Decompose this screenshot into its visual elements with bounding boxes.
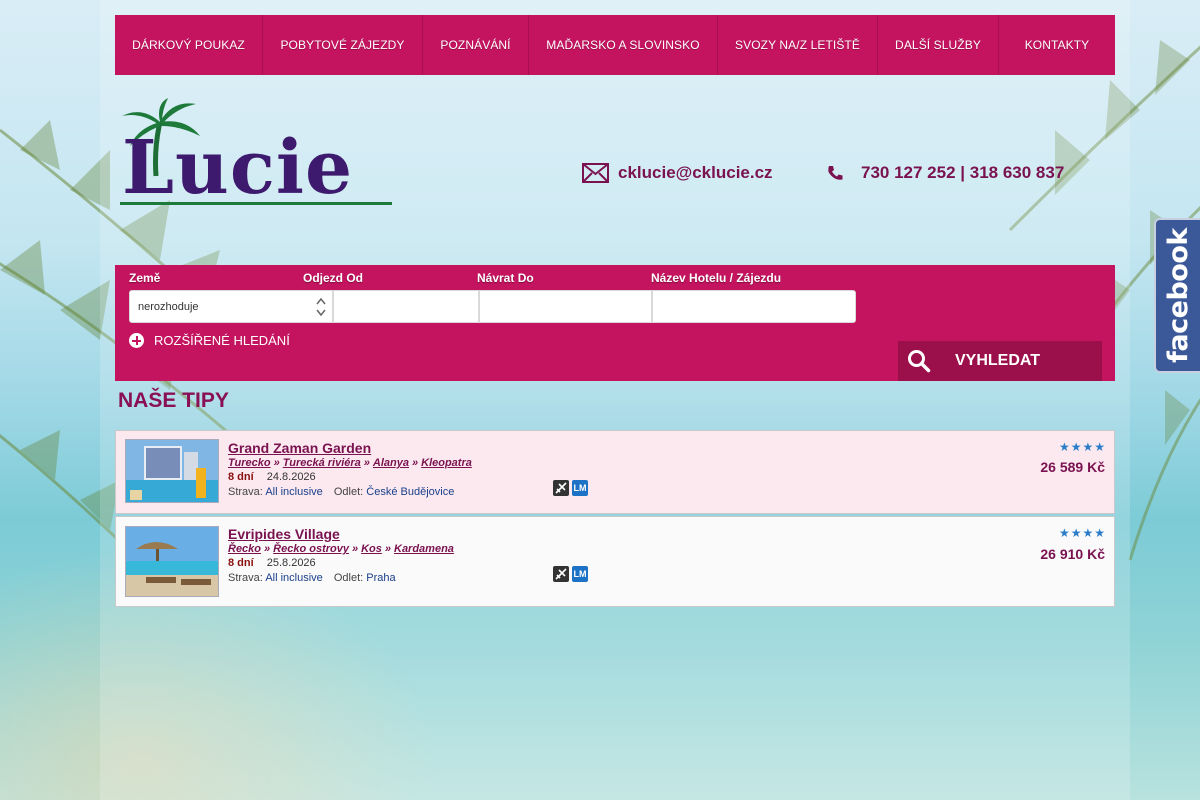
facebook-label: facebook	[1162, 228, 1194, 363]
tip-departure-label: Odlet:	[333, 486, 364, 498]
hotel-label: Název Hotelu / Zájezdu	[651, 271, 782, 285]
tip-board-label: Strava:	[228, 486, 263, 498]
tip-meta: 8 dní 25.8.2026	[228, 557, 316, 569]
star-icon: ★	[1070, 526, 1082, 540]
star-icon: ★	[1058, 440, 1070, 454]
tip-card[interactable]: Grand Zaman Garden Turecko» Turecká rivié…	[115, 430, 1115, 514]
tip-thumbnail[interactable]	[125, 439, 219, 503]
tip-board-label: Strava:	[228, 572, 263, 584]
nav-item-kontakty[interactable]: KONTAKTY	[999, 15, 1115, 75]
return-label: Návrat Do	[477, 271, 534, 285]
tip-price: 26 910 Kč	[1040, 546, 1105, 562]
search-button[interactable]: VYHLEDAT	[898, 341, 1102, 381]
tip-badges: LM	[553, 566, 588, 582]
plane-badge-icon	[553, 480, 569, 496]
tip-board-value: All inclusive	[265, 572, 323, 584]
select-arrows-icon	[316, 297, 326, 317]
tip-duration: 8 dní	[228, 557, 254, 569]
phone-icon	[828, 166, 843, 180]
nav-item-svozy-na-letiste[interactable]: SVOZY NA/Z LETIŠTĚ	[718, 15, 878, 75]
country-select[interactable]: nerozhoduje	[129, 290, 333, 323]
tip-location-region[interactable]: Turecká riviéra	[283, 457, 361, 469]
main-navigation: DÁRKOVÝ POUKAZ POBYTOVÉ ZÁJEZDY POZNÁVÁN…	[115, 15, 1115, 75]
country-select-value: nerozhoduje	[138, 301, 199, 313]
tip-location-city[interactable]: Kos	[361, 543, 382, 555]
tip-location-country[interactable]: Turecko	[228, 457, 271, 469]
tip-date: 24.8.2026	[266, 471, 316, 483]
envelope-icon	[582, 163, 609, 183]
contact-phone-text[interactable]: 730 127 252 | 318 630 837	[861, 163, 1064, 183]
site-logo[interactable]: Lucie	[116, 98, 396, 210]
contact-phone[interactable]: 730 127 252 | 318 630 837	[826, 163, 1064, 183]
last-minute-badge: LM	[572, 566, 588, 582]
tip-location-breadcrumb: Turecko» Turecká riviéra» Alanya» Kleopatra	[228, 457, 472, 469]
nav-item-madarsko-a-slovinsko[interactable]: MAĎARSKO A SLOVINSKO	[529, 15, 718, 75]
plane-badge-icon	[553, 566, 569, 582]
tips-section-title: NAŠE TIPY	[118, 389, 229, 412]
tip-location-resort[interactable]: Kardamena	[394, 543, 454, 555]
tip-location-city[interactable]: Alanya	[373, 457, 409, 469]
tip-departure-label: Odlet:	[333, 572, 364, 584]
tip-star-rating: ★ ★ ★ ★	[1058, 526, 1105, 540]
departure-label: Odjezd Od	[303, 271, 363, 285]
country-label: Země	[129, 271, 161, 285]
tip-duration: 8 dní	[228, 471, 254, 483]
tip-location-breadcrumb: Řecko» Řecko ostrovy» Kos» Kardamena	[228, 543, 454, 555]
last-minute-badge: LM	[572, 480, 588, 496]
logo-wordmark: Lucie	[122, 125, 354, 211]
tip-location-resort[interactable]: Kleopatra	[421, 457, 472, 469]
tip-card[interactable]: Evripides Village Řecko» Řecko ostrovy» Ko…	[115, 516, 1115, 607]
nav-item-darkovy-poukaz[interactable]: DÁRKOVÝ POUKAZ	[115, 15, 263, 75]
advanced-search-label: ROZŠÍŘENÉ HLEDÁNÍ	[154, 333, 290, 348]
tip-star-rating: ★ ★ ★ ★	[1058, 440, 1105, 454]
tip-price: 26 589 Kč	[1040, 459, 1105, 475]
contact-email-text[interactable]: cklucie@cklucie.cz	[618, 163, 773, 183]
hotel-name-input[interactable]	[652, 290, 856, 323]
contact-email[interactable]: cklucie@cklucie.cz	[582, 163, 773, 183]
nav-item-pobytove-zajezdy[interactable]: POBYTOVÉ ZÁJEZDY	[263, 15, 423, 75]
nav-item-poznavani[interactable]: POZNÁVÁNÍ	[423, 15, 529, 75]
star-icon: ★	[1094, 440, 1105, 454]
tip-board-value: All inclusive	[265, 486, 323, 498]
search-panel: Země Odjezd Od Návrat Do Název Hotelu / …	[115, 265, 1115, 381]
star-icon: ★	[1082, 526, 1094, 540]
tip-thumbnail[interactable]	[125, 526, 219, 597]
facebook-tab[interactable]: facebook	[1154, 218, 1200, 373]
tip-details: Strava: All inclusive Odlet: Praha	[228, 572, 404, 584]
star-icon: ★	[1094, 526, 1105, 540]
star-icon: ★	[1058, 526, 1070, 540]
return-date-input[interactable]	[479, 290, 652, 323]
hotel-photo-image	[126, 440, 218, 502]
search-button-label: VYHLEDAT	[955, 352, 1041, 369]
tip-hotel-name[interactable]: Evripides Village	[228, 526, 340, 542]
star-icon: ★	[1070, 440, 1082, 454]
search-icon	[908, 350, 931, 373]
tip-location-region[interactable]: Řecko ostrovy	[273, 543, 349, 555]
tip-date: 25.8.2026	[266, 557, 316, 569]
hotel-photo-image	[126, 527, 218, 596]
tip-badges: LM	[553, 480, 588, 496]
tip-departure-value: Praha	[366, 572, 396, 584]
plus-circle-icon	[129, 333, 144, 348]
departure-date-input[interactable]	[333, 290, 479, 323]
tip-meta: 8 dní 24.8.2026	[228, 471, 316, 483]
tip-hotel-name[interactable]: Grand Zaman Garden	[228, 440, 371, 456]
star-icon: ★	[1082, 440, 1094, 454]
tip-location-country[interactable]: Řecko	[228, 543, 261, 555]
logo-underline	[120, 202, 392, 205]
tip-details: Strava: All inclusive Odlet: České Buděj…	[228, 486, 462, 498]
tip-departure-value: České Budějovice	[366, 486, 455, 498]
advanced-search-toggle[interactable]: ROZŠÍŘENÉ HLEDÁNÍ	[129, 333, 290, 348]
nav-item-dalsi-sluzby[interactable]: DALŠÍ SLUŽBY	[878, 15, 999, 75]
